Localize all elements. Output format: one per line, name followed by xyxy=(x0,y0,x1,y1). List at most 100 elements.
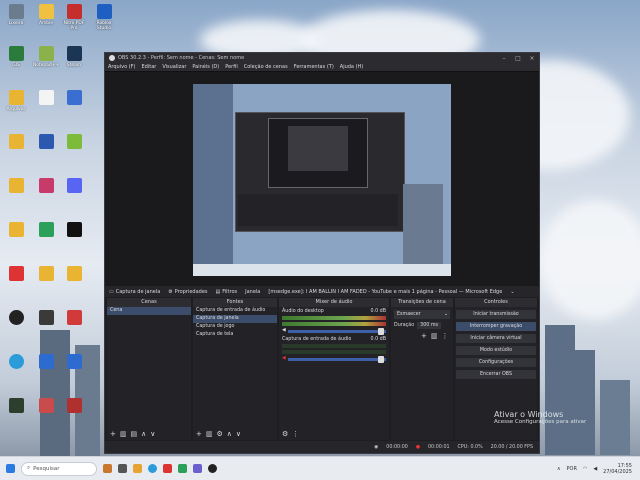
trash-icon[interactable]: ▥ xyxy=(206,430,213,438)
minimize-button[interactable]: – xyxy=(497,55,511,62)
volume-slider[interactable] xyxy=(287,328,386,335)
menu-ajuda[interactable]: Ajuda (H) xyxy=(340,64,363,70)
mixer-settings-icon[interactable]: ⚙ xyxy=(282,430,288,438)
more-options-icon[interactable]: ⋮ xyxy=(442,332,449,340)
taskbar-app-icon[interactable] xyxy=(103,464,112,473)
filters-button[interactable]: ▤ Filtros xyxy=(216,289,238,295)
settings-button[interactable]: Configurações xyxy=(456,358,536,367)
wifi-icon[interactable]: ◠ xyxy=(583,466,587,472)
activation-watermark: Ativar o Windows Acesse Configurações pa… xyxy=(494,410,586,425)
source-item[interactable]: Captura de tela xyxy=(193,331,277,339)
source-item[interactable]: Captura de jogo xyxy=(193,323,277,331)
menu-ferramentas[interactable]: Ferramentas (T) xyxy=(294,64,334,70)
desktop-icon[interactable] xyxy=(2,266,30,283)
desktop-icon[interactable]: Lixeira xyxy=(2,4,30,26)
source-item[interactable]: Captura de janela xyxy=(193,315,277,323)
desktop-icon[interactable] xyxy=(60,398,88,415)
studio-mode-button[interactable]: Modo estúdio xyxy=(456,346,536,355)
desktop-icon[interactable] xyxy=(32,398,60,415)
more-options-icon[interactable]: ⋮ xyxy=(292,430,299,438)
folder-icon xyxy=(8,222,24,237)
desktop-icon[interactable]: Roblox Studio xyxy=(90,4,118,31)
window-select[interactable]: [msedge.exe]: I AM BALLIN I AM FADED - Y… xyxy=(268,289,502,295)
desktop-icon[interactable] xyxy=(32,90,60,107)
desktop-icon[interactable]: Ambie xyxy=(32,4,60,26)
start-virtual-camera-button[interactable]: Iniciar câmera virtual xyxy=(456,334,536,343)
taskbar-app-icon[interactable] xyxy=(178,464,187,473)
desktop-icon[interactable] xyxy=(60,222,88,239)
desktop-icon[interactable] xyxy=(2,134,30,151)
desktop-icon[interactable] xyxy=(32,266,60,283)
desktop-icon[interactable] xyxy=(60,178,88,195)
edge-icon[interactable] xyxy=(148,464,157,473)
taskbar-app-icon[interactable] xyxy=(193,464,202,473)
menu-arquivo[interactable]: Arquivo (F) xyxy=(108,64,136,70)
desktop-icon[interactable] xyxy=(2,398,30,415)
add-icon[interactable]: + xyxy=(110,430,116,438)
desktop-icon[interactable]: Notepad++ xyxy=(32,46,60,68)
add-icon[interactable]: + xyxy=(196,430,202,438)
trash-icon[interactable]: ▥ xyxy=(120,430,127,438)
chevron-up-icon[interactable]: ∧ xyxy=(557,466,561,472)
desktop-icon[interactable] xyxy=(32,178,60,195)
recycle-bin-icon xyxy=(8,4,24,19)
close-button[interactable]: × xyxy=(525,55,539,62)
scene-item[interactable]: Cena xyxy=(107,307,191,315)
stop-recording-button[interactable]: Interromper gravação xyxy=(456,322,536,331)
move-down-icon[interactable]: ∨ xyxy=(150,430,155,438)
taskbar-app-icon[interactable] xyxy=(163,464,172,473)
desktop-icon[interactable] xyxy=(60,310,88,327)
system-tray: ∧ POR ◠ ◀ 17:55 27/04/2025 xyxy=(557,463,640,475)
obs-taskbar-icon[interactable] xyxy=(208,464,217,473)
move-down-icon[interactable]: ∨ xyxy=(236,430,241,438)
source-item[interactable]: Captura de entrada de áudio xyxy=(193,307,277,315)
speaker-icon[interactable]: ◀ xyxy=(282,328,286,333)
desktop-icon[interactable] xyxy=(32,354,60,371)
clock[interactable]: 17:55 27/04/2025 xyxy=(603,463,632,475)
menu-visualizar[interactable]: Visualizar xyxy=(162,64,186,70)
desktop-icon[interactable] xyxy=(2,310,30,327)
language-indicator[interactable]: POR xyxy=(567,466,577,472)
move-up-icon[interactable]: ∧ xyxy=(141,430,146,438)
exit-button[interactable]: Encerrar OBS xyxy=(456,370,536,379)
desktop-icon[interactable] xyxy=(32,310,60,327)
desktop-icon[interactable] xyxy=(2,178,30,195)
volume-icon[interactable]: ◀ xyxy=(593,466,597,472)
mixer-title: Mixer de áudio xyxy=(279,298,389,307)
desktop-icon[interactable] xyxy=(60,354,88,371)
volume-slider[interactable] xyxy=(287,356,386,363)
scene-filter-icon[interactable]: ▤ xyxy=(131,430,138,438)
menu-colecao-cenas[interactable]: Coleção de cenas xyxy=(244,64,288,70)
properties-button[interactable]: ⚙ Propriedades xyxy=(168,289,207,295)
desktop-icon[interactable] xyxy=(60,134,88,151)
search-box[interactable]: ⌕ Pesquisar xyxy=(21,461,97,476)
desktop-icon[interactable] xyxy=(60,266,88,283)
desktop-icon[interactable]: Nitro PDF Pro xyxy=(60,4,88,31)
gear-icon[interactable]: ⚙ xyxy=(217,430,223,438)
app-icon xyxy=(38,222,54,237)
desktop-icon[interactable]: GIS xyxy=(2,46,30,68)
add-icon[interactable]: + xyxy=(421,332,427,340)
muted-speaker-icon[interactable]: ◀ xyxy=(282,356,286,361)
desktop-icon[interactable] xyxy=(60,90,88,107)
desktop-icon[interactable] xyxy=(32,222,60,239)
desktop-icon[interactable] xyxy=(32,134,60,151)
desktop-icon[interactable] xyxy=(2,354,30,371)
start-stream-button[interactable]: Iniciar transmissão xyxy=(456,310,536,319)
transition-select[interactable]: Esmaecer ⌄ xyxy=(394,310,450,319)
desktop-icon[interactable]: Arquivos xyxy=(2,90,30,112)
desktop-icon[interactable]: Steam xyxy=(60,46,88,68)
desktop-icon[interactable] xyxy=(2,222,30,239)
chevron-down-icon[interactable]: ⌄ xyxy=(510,289,514,295)
maximize-button[interactable]: □ xyxy=(511,55,525,62)
menu-paineis[interactable]: Painéis (D) xyxy=(192,64,219,70)
menu-editar[interactable]: Editar xyxy=(142,64,157,70)
menu-perfil[interactable]: Perfil xyxy=(225,64,238,70)
start-icon[interactable] xyxy=(6,464,15,473)
move-up-icon[interactable]: ∧ xyxy=(227,430,232,438)
task-view-icon[interactable] xyxy=(118,464,127,473)
preview-canvas[interactable] xyxy=(193,84,451,276)
trash-icon[interactable]: ▥ xyxy=(431,332,438,340)
duration-input[interactable]: 300 ms xyxy=(417,322,442,329)
file-explorer-icon[interactable] xyxy=(133,464,142,473)
